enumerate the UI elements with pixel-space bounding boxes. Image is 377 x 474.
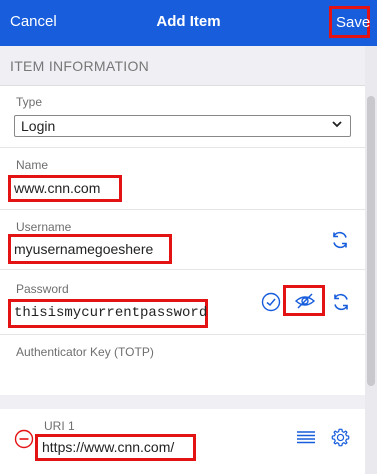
list-icon[interactable] bbox=[296, 429, 316, 445]
page-title: Add Item bbox=[156, 13, 221, 30]
save-button[interactable]: Save bbox=[329, 6, 370, 38]
name-label: Name bbox=[16, 158, 49, 172]
check-circle-icon[interactable] bbox=[261, 292, 281, 312]
refresh-icon[interactable] bbox=[330, 230, 350, 250]
type-select[interactable]: Login bbox=[14, 115, 351, 137]
name-input[interactable]: www.cnn.com bbox=[14, 180, 100, 196]
gear-icon[interactable] bbox=[330, 427, 351, 448]
section-header: ITEM INFORMATION bbox=[0, 46, 365, 86]
totp-row[interactable]: Authenticator Key (TOTP) bbox=[0, 335, 365, 395]
header-bar: Cancel Add Item Save bbox=[0, 0, 377, 46]
password-input[interactable]: thisismycurrentpassword bbox=[14, 305, 207, 321]
remove-circle-icon[interactable] bbox=[14, 429, 34, 449]
section-divider bbox=[0, 395, 365, 409]
username-input[interactable]: myusernamegoeshere bbox=[14, 241, 153, 257]
refresh-icon[interactable] bbox=[331, 292, 351, 312]
totp-label: Authenticator Key (TOTP) bbox=[16, 345, 154, 359]
type-select-value: Login bbox=[21, 118, 56, 134]
type-label: Type bbox=[16, 95, 43, 109]
password-label: Password bbox=[16, 282, 69, 296]
section-title: ITEM INFORMATION bbox=[10, 58, 150, 74]
username-label: Username bbox=[16, 220, 72, 234]
eye-slash-icon[interactable] bbox=[294, 292, 316, 310]
uri-input[interactable]: https://www.cnn.com/ bbox=[42, 439, 174, 455]
scrollbar-thumb[interactable] bbox=[367, 96, 375, 386]
uri-label: URI 1 bbox=[44, 419, 75, 433]
chevron-down-icon bbox=[332, 121, 342, 128]
